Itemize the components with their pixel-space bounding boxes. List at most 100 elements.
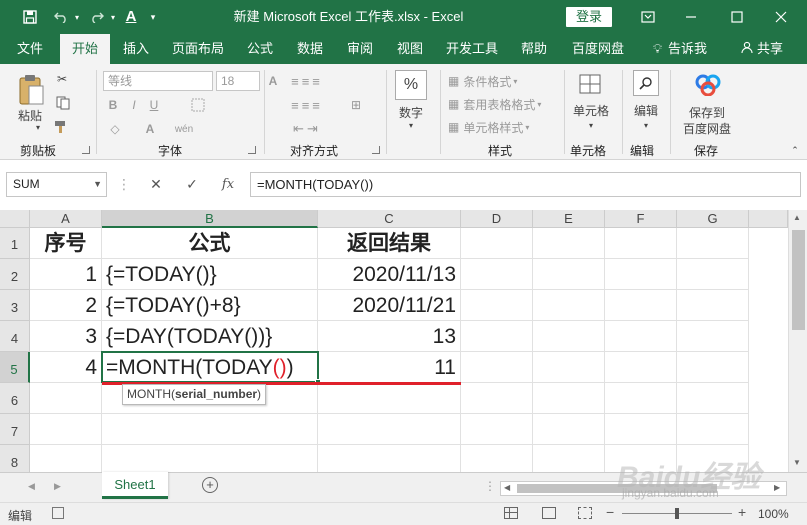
cell-c2[interactable]: 2020/11/13 xyxy=(318,259,461,290)
redo-icon[interactable] xyxy=(86,0,108,34)
column-header-g[interactable]: G xyxy=(677,210,749,228)
enter-icon[interactable]: ✓ xyxy=(180,172,204,197)
conditional-format-button[interactable]: ▦ 条件格式 ▾ xyxy=(448,72,548,90)
name-box[interactable]: SUM ▼ xyxy=(6,172,107,197)
cell-a3[interactable]: 2 xyxy=(30,290,102,321)
row-header-2[interactable]: 2 xyxy=(0,259,30,290)
formula-input[interactable]: =MONTH(TODAY()) xyxy=(250,172,801,197)
add-sheet-button[interactable]: + xyxy=(202,477,218,493)
row-header-8[interactable]: 8 xyxy=(0,445,30,472)
row-header-1[interactable]: 1 xyxy=(0,228,30,259)
page-layout-view-icon[interactable] xyxy=(542,507,556,519)
horizontal-scrollbar[interactable]: ◀ ▶ xyxy=(500,481,787,496)
tab-file[interactable]: 文件 xyxy=(8,34,52,64)
underline-icon[interactable]: U xyxy=(146,96,162,114)
font-name-select[interactable]: 等线 xyxy=(103,71,213,91)
column-header-b[interactable]: B xyxy=(102,210,318,228)
cell-b4[interactable]: {=DAY(TODAY())} xyxy=(102,321,318,352)
close-icon[interactable] xyxy=(766,0,796,34)
zoom-in-icon[interactable]: + xyxy=(738,504,746,520)
tab-data[interactable]: 数据 xyxy=(288,34,332,64)
paste-dropdown-icon[interactable]: ▾ xyxy=(32,122,44,132)
row-header-7[interactable]: 7 xyxy=(0,414,30,445)
cell-a4[interactable]: 3 xyxy=(30,321,102,352)
cell-b7[interactable] xyxy=(102,414,318,445)
tab-formulas[interactable]: 公式 xyxy=(238,34,282,64)
tab-review[interactable]: 审阅 xyxy=(338,34,382,64)
header-cell-result[interactable]: 返回结果 xyxy=(318,228,461,259)
save-to-baidu-label-2[interactable]: 百度网盘 xyxy=(676,120,738,136)
percent-icon[interactable]: % xyxy=(395,70,427,100)
tab-developer[interactable]: 开发工具 xyxy=(440,34,504,64)
italic-icon[interactable]: I xyxy=(126,96,142,114)
font-size-select[interactable]: 18 xyxy=(216,71,260,91)
number-format-button[interactable]: 数字 xyxy=(393,104,429,120)
vertical-align-icons[interactable]: ≡≡≡ xyxy=(272,72,342,90)
paste-icon[interactable] xyxy=(12,70,50,110)
tab-view[interactable]: 视图 xyxy=(388,34,432,64)
fill-color-icon[interactable]: ◇ xyxy=(105,120,125,138)
baidu-netdisk-icon[interactable] xyxy=(694,72,722,98)
scroll-right-icon[interactable]: ▶ xyxy=(774,483,780,492)
page-break-view-icon[interactable] xyxy=(578,507,592,519)
column-header-f[interactable]: F xyxy=(605,210,677,228)
prev-sheet-icon[interactable]: ◀ xyxy=(28,481,35,492)
cell-c7[interactable] xyxy=(318,414,461,445)
cell-c5[interactable]: 11 xyxy=(318,352,461,383)
empty-column-f[interactable] xyxy=(605,228,677,472)
font-color-icon[interactable]: A xyxy=(122,0,140,34)
editing-button[interactable]: 编辑 xyxy=(628,102,664,118)
column-header-d[interactable]: D xyxy=(461,210,533,228)
editing-dropdown-icon[interactable]: ▾ xyxy=(640,120,652,130)
vertical-scroll-thumb[interactable] xyxy=(792,230,805,330)
insert-function-button[interactable]: fx xyxy=(216,172,240,197)
header-cell-formula[interactable]: 公式 xyxy=(102,228,318,259)
cell-b8[interactable] xyxy=(102,445,318,472)
horizontal-align-icons[interactable]: ≡≡≡ xyxy=(272,96,342,114)
function-tooltip[interactable]: MONTH(serial_number) xyxy=(122,384,267,405)
border-icon[interactable] xyxy=(188,96,208,114)
sheet-tab-sheet1[interactable]: Sheet1 xyxy=(102,472,168,499)
redo-dropdown-icon[interactable]: ▾ xyxy=(108,0,118,34)
cell-c8[interactable] xyxy=(318,445,461,472)
cell-b3[interactable]: {=TODAY()+8} xyxy=(102,290,318,321)
cell-a8[interactable] xyxy=(30,445,102,472)
merge-center-icon[interactable]: ⊞ xyxy=(346,96,366,114)
tab-baidu-netdisk[interactable]: 百度网盘 xyxy=(566,34,630,64)
scroll-down-icon[interactable]: ▼ xyxy=(793,458,801,467)
horizontal-scroll-thumb[interactable] xyxy=(517,484,717,493)
row-header-4[interactable]: 4 xyxy=(0,321,30,352)
indent-icons[interactable]: ⇤⇥ xyxy=(272,120,342,138)
cell-c3[interactable]: 2020/11/21 xyxy=(318,290,461,321)
undo-dropdown-icon[interactable]: ▾ xyxy=(72,0,82,34)
header-cell-no[interactable]: 序号 xyxy=(30,228,102,259)
font-color-ribbon-icon[interactable]: A xyxy=(140,120,160,138)
paste-button[interactable]: 粘贴 xyxy=(10,106,50,124)
cells-icon[interactable] xyxy=(576,70,604,98)
tab-insert[interactable]: 插入 xyxy=(114,34,158,64)
cut-icon[interactable]: ✂ xyxy=(52,70,72,88)
collapse-ribbon-icon[interactable]: ⌃ xyxy=(788,144,802,156)
save-icon[interactable] xyxy=(20,0,40,34)
vertical-scrollbar[interactable]: ▲ ▼ xyxy=(788,210,807,472)
next-sheet-icon[interactable]: ▶ xyxy=(54,481,61,492)
cancel-icon[interactable]: ✕ xyxy=(144,172,168,197)
maximize-icon[interactable] xyxy=(722,0,752,34)
clipboard-launcher-icon[interactable] xyxy=(82,146,90,154)
number-dropdown-icon[interactable]: ▾ xyxy=(405,120,417,130)
cell-c6[interactable] xyxy=(318,383,461,414)
cell-a5[interactable]: 4 xyxy=(30,352,102,383)
ribbon-display-icon[interactable] xyxy=(633,0,663,34)
cell-a2[interactable]: 1 xyxy=(30,259,102,290)
row-header-3[interactable]: 3 xyxy=(0,290,30,321)
macro-record-icon[interactable] xyxy=(52,507,64,519)
format-as-table-button[interactable]: ▦ 套用表格格式 ▾ xyxy=(448,95,558,113)
row-header-5[interactable]: 5 xyxy=(0,352,30,383)
bold-icon[interactable]: B xyxy=(105,96,121,114)
tell-me-search[interactable]: 💡︎ 告诉我 xyxy=(640,34,720,64)
tab-help[interactable]: 帮助 xyxy=(512,34,556,64)
undo-icon[interactable] xyxy=(50,0,72,34)
customize-icon[interactable]: ▾ xyxy=(146,0,160,34)
empty-column-e[interactable] xyxy=(533,228,605,472)
scroll-up-icon[interactable]: ▲ xyxy=(793,213,801,222)
